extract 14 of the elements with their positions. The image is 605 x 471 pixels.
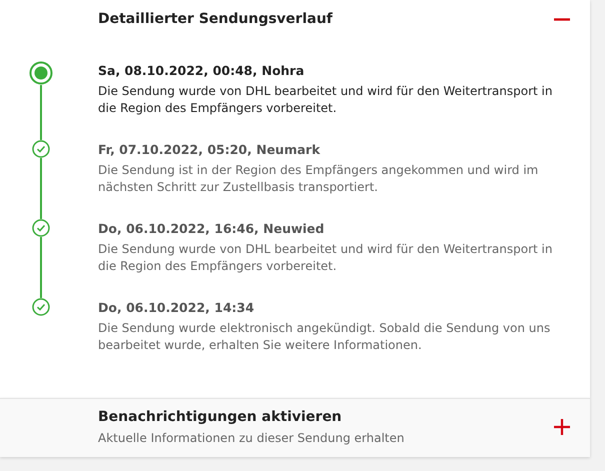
event-description: Die Sendung wurde elektronisch angekündigt. Sobald die Sendung von uns bearbeitet wurde, erhalten Sie weitere Informationen. (98, 320, 552, 354)
minus-icon (554, 18, 570, 20)
expand-button[interactable] (552, 417, 572, 437)
event-heading: Do, 06.10.2022, 16:46, Neuwied (98, 221, 326, 236)
plus-icon (554, 419, 570, 435)
event-description: Die Sendung ist in der Region des Empfängers angekommen und wird im nächsten Schritt zur Zustellbasis transportiert. (98, 162, 540, 196)
event-heading: Do, 06.10.2022, 14:34 (98, 300, 256, 315)
section-title: Detaillierter Sendungsverlauf (98, 11, 332, 27)
event-heading: Sa, 08.10.2022, 00:48, Nohra (98, 63, 306, 78)
section-subtitle: Aktuelle Informationen zu dieser Sendung erhalten (98, 431, 404, 445)
event-description: Die Sendung wurde von DHL bearbeitet und wird für den Weitertransport in die Region des Empfängers vorbereitet. (98, 241, 554, 275)
event-heading: Fr, 07.10.2022, 05:20, Neumark (98, 142, 322, 157)
event-description: Die Sendung wurde von DHL bearbeitet und wird für den Weitertransport in die Region des Empfängers vorbereitet. (98, 83, 554, 117)
section-title: Benachrichtigungen aktivieren (98, 409, 343, 425)
